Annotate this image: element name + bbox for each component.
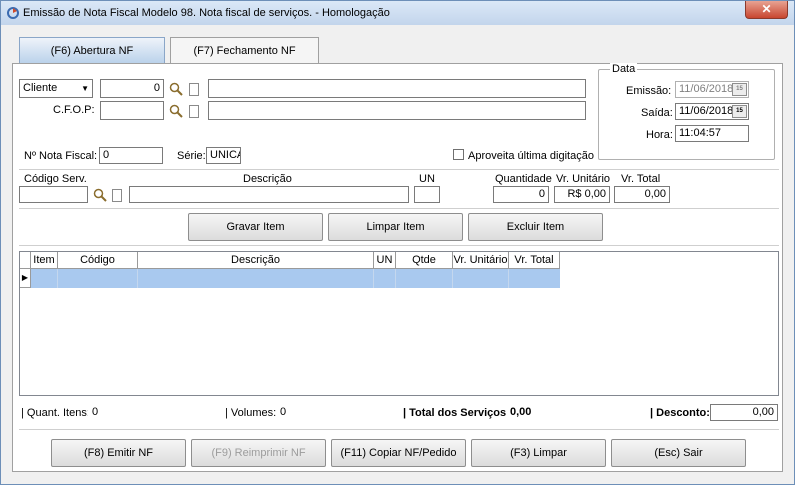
divider bbox=[19, 429, 779, 430]
window-client: (F6) Abertura NF (F7) Fechamento NF Clie… bbox=[7, 27, 788, 478]
emissao-date-input[interactable]: 11/06/2018 15 bbox=[675, 81, 749, 98]
cell-divider bbox=[137, 269, 138, 288]
desconto-input[interactable]: 0,00 bbox=[710, 404, 778, 421]
close-button[interactable]: ✕ bbox=[745, 1, 788, 19]
vr-total-label: Vr. Total bbox=[621, 173, 661, 185]
cell-divider bbox=[395, 269, 396, 288]
hora-label: Hora: bbox=[646, 129, 673, 141]
total-servicos-label: | Total dos Serviços: bbox=[403, 407, 510, 419]
cell-divider bbox=[373, 269, 374, 288]
emissao-label: Emissão: bbox=[626, 85, 672, 97]
party-select[interactable]: Cliente ▼ bbox=[19, 79, 93, 98]
saida-date-value: 11/06/2018 bbox=[679, 105, 734, 117]
main-window: Emissão de Nota Fiscal Modelo 98. Nota f… bbox=[0, 0, 795, 485]
client-name-field[interactable] bbox=[208, 79, 586, 98]
cfop-label: C.F.O.P: bbox=[53, 104, 95, 116]
search-icon[interactable] bbox=[169, 82, 183, 96]
client-code-input[interactable]: 0 bbox=[100, 79, 164, 98]
divider bbox=[19, 169, 779, 170]
volumes-label: | Volumes: bbox=[225, 407, 277, 419]
row-indicator-icon: ▶ bbox=[20, 269, 31, 288]
date-group-title: Data bbox=[610, 63, 638, 75]
vr-total-field[interactable]: 0,00 bbox=[614, 186, 670, 203]
calendar-icon[interactable]: 15 bbox=[732, 105, 747, 118]
col-header-vr-unitario[interactable]: Vr. Unitário bbox=[453, 252, 509, 269]
descricao-label: Descrição bbox=[243, 173, 292, 185]
quantidade-input[interactable]: 0 bbox=[493, 186, 549, 203]
calendar-icon[interactable]: 15 bbox=[732, 83, 747, 96]
document-icon[interactable] bbox=[189, 83, 199, 96]
un-label: UN bbox=[419, 173, 435, 185]
saida-date-input[interactable]: 11/06/2018 15 bbox=[675, 103, 749, 120]
item-un-field[interactable] bbox=[414, 186, 440, 203]
desconto-label: | Desconto: bbox=[650, 407, 710, 419]
reimprimir-nf-button[interactable]: (F9) Reimprimir NF bbox=[191, 439, 326, 467]
emissao-date-value: 11/06/2018 bbox=[679, 83, 734, 95]
abertura-panel: Cliente ▼ 0 C.F.O.P: Nº Nota Fiscal: 0 S bbox=[12, 63, 783, 472]
search-icon[interactable] bbox=[93, 188, 107, 202]
document-icon[interactable] bbox=[189, 105, 199, 118]
nf-number-input[interactable]: 0 bbox=[99, 147, 163, 164]
reuse-last-label: Aproveita última digitação bbox=[468, 150, 594, 162]
divider bbox=[19, 245, 779, 246]
cfop-code-input[interactable] bbox=[100, 101, 164, 120]
vr-unitario-label: Vr. Unitário bbox=[556, 173, 611, 185]
limpar-item-button[interactable]: Limpar Item bbox=[328, 213, 463, 241]
emitir-nf-button[interactable]: (F8) Emitir NF bbox=[51, 439, 186, 467]
divider bbox=[19, 208, 779, 209]
codigo-serv-label: Código Serv. bbox=[24, 173, 87, 185]
cell-divider bbox=[508, 269, 509, 288]
quant-itens-value: 0 bbox=[88, 404, 154, 421]
close-icon: ✕ bbox=[761, 2, 772, 16]
table-row-selected[interactable] bbox=[31, 269, 560, 288]
copiar-nf-pedido-button[interactable]: (F11) Copiar NF/Pedido bbox=[331, 439, 466, 467]
col-header-item[interactable]: Item bbox=[31, 252, 58, 269]
cell-divider bbox=[57, 269, 58, 288]
document-icon[interactable] bbox=[112, 189, 122, 202]
window-title: Emissão de Nota Fiscal Modelo 98. Nota f… bbox=[23, 7, 390, 19]
excluir-item-button[interactable]: Excluir Item bbox=[468, 213, 603, 241]
vr-unitario-input[interactable]: R$ 0,00 bbox=[554, 186, 610, 203]
cfop-description-field[interactable] bbox=[208, 101, 586, 120]
col-header-codigo[interactable]: Código bbox=[58, 252, 138, 269]
col-header-qtde[interactable]: Qtde bbox=[396, 252, 453, 269]
gravar-item-button[interactable]: Gravar Item bbox=[188, 213, 323, 241]
serie-input[interactable]: UNICA bbox=[206, 147, 241, 164]
title-bar[interactable]: Emissão de Nota Fiscal Modelo 98. Nota f… bbox=[1, 1, 794, 25]
item-descricao-field[interactable] bbox=[129, 186, 409, 203]
tab-abertura-nf[interactable]: (F6) Abertura NF bbox=[19, 37, 165, 64]
quantidade-label: Quantidade bbox=[495, 173, 552, 185]
search-icon[interactable] bbox=[169, 104, 183, 118]
col-header-descricao[interactable]: Descrição bbox=[138, 252, 374, 269]
codigo-serv-input[interactable] bbox=[19, 186, 88, 203]
hora-input[interactable]: 11:04:57 bbox=[675, 125, 749, 142]
total-servicos-value: 0,00 bbox=[506, 404, 572, 421]
nf-number-label: Nº Nota Fiscal: bbox=[24, 150, 98, 162]
serie-label: Série: bbox=[177, 150, 206, 162]
volumes-value: 0 bbox=[276, 404, 342, 421]
tab-fechamento-nf[interactable]: (F7) Fechamento NF bbox=[170, 37, 319, 64]
col-header-vr-total[interactable]: Vr. Total bbox=[509, 252, 560, 269]
grid-row-header-corner bbox=[20, 252, 31, 269]
app-icon bbox=[7, 7, 19, 19]
sair-button[interactable]: (Esc) Sair bbox=[611, 439, 746, 467]
items-grid[interactable]: Item Código Descrição UN Qtde Vr. Unitár… bbox=[19, 251, 779, 396]
cell-divider bbox=[452, 269, 453, 288]
party-select-value: Cliente bbox=[23, 82, 58, 94]
reuse-last-checkbox[interactable] bbox=[453, 149, 464, 160]
quant-itens-label: | Quant. Itens: bbox=[21, 407, 90, 419]
col-header-un[interactable]: UN bbox=[374, 252, 396, 269]
limpar-button[interactable]: (F3) Limpar bbox=[471, 439, 606, 467]
saida-label: Saída: bbox=[641, 107, 673, 119]
chevron-down-icon: ▼ bbox=[81, 84, 89, 93]
